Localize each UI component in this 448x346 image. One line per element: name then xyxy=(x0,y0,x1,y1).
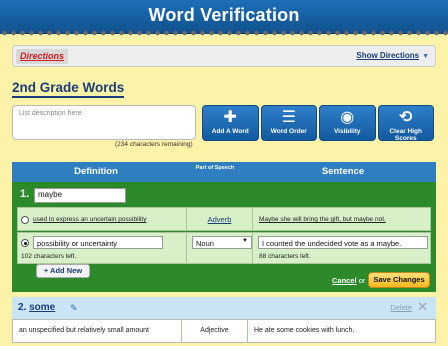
eye-icon: ◉ xyxy=(340,109,355,126)
pos-cell: Adverb xyxy=(186,208,252,230)
word-input[interactable]: maybe xyxy=(34,188,126,203)
definition-header: Definition xyxy=(74,166,118,177)
word-number: 2. xyxy=(18,302,27,313)
spiral-binding xyxy=(0,27,448,37)
word-order-label: Word Order xyxy=(270,128,307,135)
pos-select[interactable]: Noun ▼ xyxy=(192,236,252,249)
pos-text[interactable]: Adverb xyxy=(187,215,252,224)
table-header: Definition Part of Speech Sentence xyxy=(12,162,436,182)
cancel-link[interactable]: Cancel xyxy=(332,276,357,285)
description-chars-remaining: (234 characters remaining) xyxy=(115,141,193,148)
definition-input[interactable]: possibility or uncertainty xyxy=(33,236,163,249)
sentence-text[interactable]: Maybe she will bring the gift, but maybe… xyxy=(259,216,386,223)
list-toolbar: ✚ Add A Word ☰ Word Order ◉ Visibility ⟲… xyxy=(202,105,434,142)
clear-high-scores-label: Clear High Scores xyxy=(389,128,422,142)
cancel-group: Cancel or xyxy=(332,276,365,285)
definition-text[interactable]: used to express an uncertain possibility xyxy=(33,216,146,223)
pos-select-value: Noun xyxy=(196,239,214,248)
word-number: 1. xyxy=(20,188,30,200)
pencil-icon[interactable]: ✎ xyxy=(70,303,78,314)
sentence-cell: Maybe she will bring the gift, but maybe… xyxy=(252,208,432,230)
sentence-header: Sentence xyxy=(321,166,365,177)
visibility-label: Visibility xyxy=(333,128,361,135)
show-directions-link[interactable]: Show Directions ▼ xyxy=(356,51,429,60)
chevron-down-icon: ▼ xyxy=(242,238,248,244)
pos-cell: Adjective xyxy=(181,320,247,342)
sentence-chars-left: 88 characters left. xyxy=(259,253,311,260)
add-word-button[interactable]: ✚ Add A Word xyxy=(202,105,259,141)
save-changes-button[interactable]: Save Changes xyxy=(368,272,430,288)
add-new-sense-button[interactable]: + Add New xyxy=(36,264,90,278)
definition-cell: possibility or uncertainty 102 character… xyxy=(18,233,186,263)
word-title: 2. some xyxy=(18,302,55,313)
word-name[interactable]: some xyxy=(29,302,55,313)
delete-link[interactable]: Delete xyxy=(390,303,412,312)
sense-row-selected[interactable]: possibility or uncertainty 102 character… xyxy=(17,232,431,264)
plus-icon: ✚ xyxy=(223,109,237,126)
page-title: Word Verification xyxy=(148,5,300,25)
sense-radio[interactable] xyxy=(21,216,29,224)
sentence-input[interactable]: I counted the undecided vote as a maybe. xyxy=(258,236,428,249)
list-description-input[interactable]: List description here xyxy=(12,105,196,140)
clear-high-scores-button[interactable]: ⟲ Clear High Scores xyxy=(377,105,434,142)
sense-row[interactable]: an unspecified but relatively small amou… xyxy=(12,319,436,343)
word-entry-editing: 1. maybe used to express an uncertain po… xyxy=(12,182,436,292)
pos-cell: Noun ▼ xyxy=(186,233,252,263)
chevron-down-icon: ▼ xyxy=(422,53,429,60)
add-word-label: Add A Word xyxy=(211,128,249,135)
sentence-cell: I counted the undecided vote as a maybe.… xyxy=(252,233,432,263)
word-entry-header: 2. some ✎ Delete ✕ xyxy=(12,297,436,319)
directions-bar: Directions Show Directions ▼ xyxy=(12,45,436,67)
definition-chars-left: 102 characters left. xyxy=(21,253,77,260)
refresh-trophy-icon: ⟲ xyxy=(399,109,413,126)
close-icon[interactable]: ✕ xyxy=(417,299,428,315)
list-title[interactable]: 2nd Grade Words xyxy=(12,80,125,98)
definition-cell: used to express an uncertain possibility xyxy=(18,208,186,230)
definition-cell: an unspecified but relatively small amou… xyxy=(19,327,149,334)
or-text: or xyxy=(358,276,366,285)
sentence-cell: He ate some cookies with lunch. xyxy=(247,320,435,342)
sense-row[interactable]: used to express an uncertain possibility… xyxy=(17,207,431,231)
show-directions-label: Show Directions xyxy=(356,51,420,60)
list-order-icon: ☰ xyxy=(281,109,296,126)
sense-radio[interactable] xyxy=(21,239,29,247)
word-order-button[interactable]: ☰ Word Order xyxy=(260,105,317,141)
directions-tab[interactable]: Directions xyxy=(16,49,69,64)
visibility-button[interactable]: ◉ Visibility xyxy=(319,105,376,141)
